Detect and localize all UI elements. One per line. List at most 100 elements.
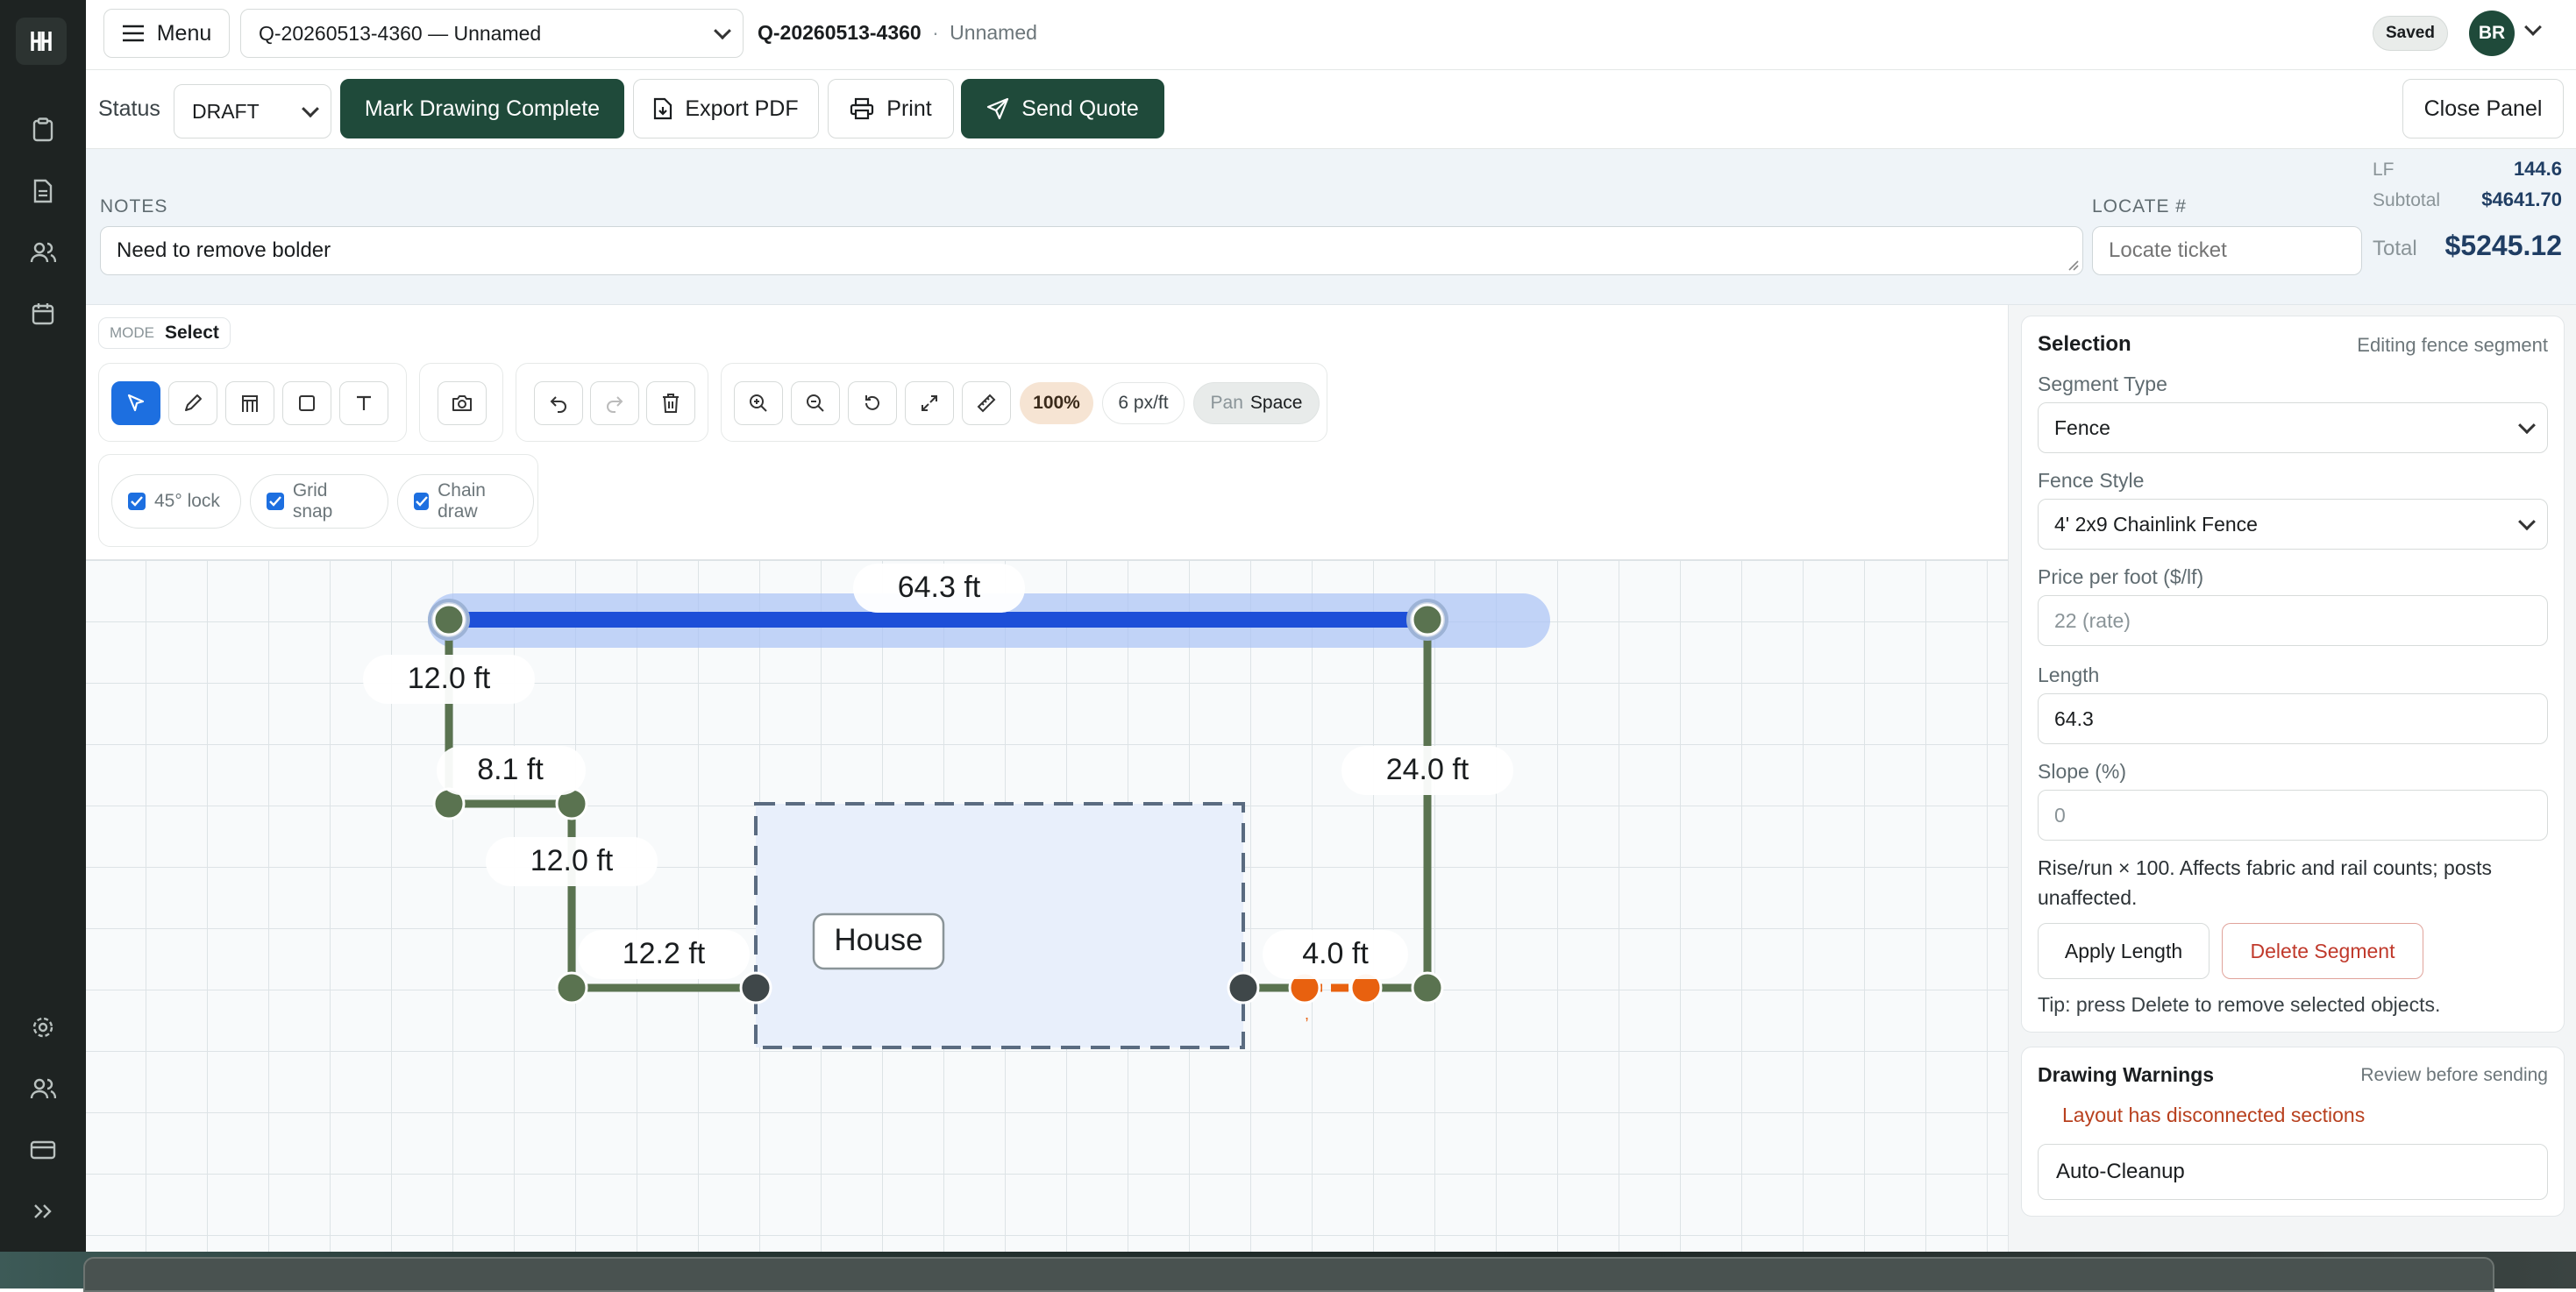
price-input[interactable]: 22 (rate)	[2038, 595, 2548, 646]
delete-segment-button[interactable]: Delete Segment	[2222, 923, 2423, 979]
undo-button[interactable]	[534, 381, 583, 425]
mark-complete-button[interactable]: Mark Drawing Complete	[340, 79, 624, 138]
project-select[interactable]: Q-20260513-4360 — Unnamed	[240, 9, 744, 58]
app-logo[interactable]	[16, 18, 67, 65]
chain-draw-toggle[interactable]: Chain draw	[397, 474, 534, 529]
quote-name: Unnamed	[950, 21, 1037, 44]
expand-rail-icon[interactable]	[27, 1196, 59, 1227]
send-quote-button[interactable]: Send Quote	[961, 79, 1164, 138]
apply-length-button[interactable]: Apply Length	[2038, 923, 2210, 979]
draw-tool-button[interactable]	[168, 381, 217, 425]
panel-title: Selection	[2038, 332, 2131, 356]
notes-band: NOTES Need to remove bolder LOCATE # LF …	[86, 149, 2576, 305]
users-icon[interactable]	[27, 237, 59, 268]
trash-icon	[663, 394, 679, 413]
notes-textarea[interactable]: Need to remove bolder	[100, 226, 2083, 275]
house-label: House	[834, 923, 922, 957]
document-icon[interactable]	[27, 175, 59, 207]
fence-end-node[interactable]	[1227, 971, 1260, 1004]
chevron-down-icon	[714, 22, 731, 40]
length-label: 12.2 ft	[623, 937, 706, 970]
account-chevron-icon[interactable]	[2524, 18, 2542, 36]
text-tool-button[interactable]	[339, 381, 388, 425]
saved-badge: Saved	[2373, 16, 2448, 51]
length-input[interactable]: 64.3	[2038, 693, 2548, 744]
mode-indicator: MODE Select	[98, 317, 231, 349]
notes-label: NOTES	[100, 196, 168, 217]
checkbox-checked-icon	[128, 493, 146, 510]
clipboard-icon[interactable]	[27, 114, 59, 146]
rectangle-tool-button[interactable]	[282, 381, 331, 425]
chain-draw-label: Chain draw	[438, 480, 486, 522]
export-pdf-label: Export PDF	[685, 96, 799, 121]
fit-view-button[interactable]	[905, 381, 954, 425]
resize-handle-icon[interactable]	[2067, 259, 2079, 271]
close-panel-button[interactable]: Close Panel	[2402, 79, 2564, 138]
selection-card: Selection Editing fence segment Segment …	[2021, 316, 2565, 1033]
length-label: 12.0 ft	[530, 844, 614, 877]
slope-input[interactable]: 0	[2038, 790, 2548, 841]
checkbox-checked-icon	[267, 493, 284, 510]
project-select-value: Q-20260513-4360 — Unnamed	[259, 21, 542, 45]
menu-button[interactable]: Menu	[103, 9, 230, 58]
length-label: 4.0 ft	[1302, 937, 1369, 970]
panel-subtitle: Editing fence segment	[2357, 334, 2548, 356]
delete-button[interactable]	[646, 381, 695, 425]
printer-icon	[850, 97, 874, 120]
snapshot-button[interactable]	[438, 381, 487, 425]
text-icon	[357, 395, 371, 410]
fence-end-node[interactable]	[739, 971, 772, 1004]
gate-mark: ,	[1305, 1005, 1309, 1023]
credit-card-icon[interactable]	[27, 1134, 59, 1166]
fence-post-node[interactable]	[432, 603, 466, 636]
options-group: 45° lock Grid snap Chain draw	[98, 454, 538, 547]
drawing-canvas[interactable]: House , 64.3 ft 12.0 ft 8.1 ft 12.0 ft 1…	[86, 559, 2008, 1252]
send-quote-label: Send Quote	[1021, 96, 1139, 121]
zoom-out-button[interactable]	[791, 381, 840, 425]
warning-message: Layout has disconnected sections	[2062, 1104, 2366, 1126]
pan-label: Pan	[1210, 393, 1243, 413]
cursor-icon	[127, 394, 145, 412]
fence-post-node[interactable]	[555, 971, 588, 1004]
auto-cleanup-button[interactable]: Auto-Cleanup	[2038, 1144, 2548, 1200]
team-icon[interactable]	[27, 1073, 59, 1104]
warnings-card: Drawing Warnings Review before sending L…	[2021, 1047, 2565, 1217]
length-label: 24.0 ft	[1386, 753, 1469, 786]
fence-style-label: Fence Style	[2038, 469, 2145, 492]
avatar[interactable]: BR	[2469, 11, 2515, 56]
undo-icon	[550, 396, 566, 413]
locate-input[interactable]	[2092, 226, 2362, 275]
zoom-in-icon	[750, 394, 767, 412]
warnings-subtitle: Review before sending	[2360, 1065, 2548, 1085]
settings-icon[interactable]	[27, 1012, 59, 1043]
snapshot-group	[419, 363, 503, 442]
redo-button[interactable]	[590, 381, 639, 425]
export-pdf-button[interactable]: Export PDF	[633, 79, 819, 138]
lock45-toggle[interactable]: 45° lock	[111, 474, 241, 529]
grid-snap-toggle[interactable]: Grid snap	[250, 474, 388, 529]
zoom-in-button[interactable]	[734, 381, 783, 425]
status-select[interactable]: DRAFT	[174, 84, 331, 138]
redo-icon	[607, 396, 623, 413]
measure-tool-button[interactable]	[962, 381, 1011, 425]
chevron-down-icon	[302, 100, 319, 118]
file-download-icon	[654, 97, 672, 120]
lf-label: LF	[2373, 160, 2395, 180]
fence-post-node[interactable]	[1411, 971, 1444, 1004]
total-label: Total	[2373, 237, 2417, 260]
segment-type-select[interactable]: Fence	[2038, 402, 2548, 453]
status-value: DRAFT	[192, 99, 260, 123]
tip-text: Tip: press Delete to remove selected obj…	[2038, 993, 2441, 1016]
gate-tool-button[interactable]	[225, 381, 274, 425]
fence-style-select[interactable]: 4' 2x9 Chainlink Fence	[2038, 499, 2548, 550]
notes-value: Need to remove bolder	[117, 238, 331, 262]
length-label: 64.3 ft	[898, 571, 981, 604]
print-button[interactable]: Print	[828, 79, 954, 138]
mode-label: MODE	[110, 324, 154, 341]
calendar-icon[interactable]	[27, 298, 59, 330]
select-tool-button[interactable]	[111, 381, 160, 425]
fence-post-node[interactable]	[1411, 603, 1444, 636]
rotate-icon	[865, 395, 879, 410]
history-group	[516, 363, 708, 442]
reset-view-button[interactable]	[848, 381, 897, 425]
